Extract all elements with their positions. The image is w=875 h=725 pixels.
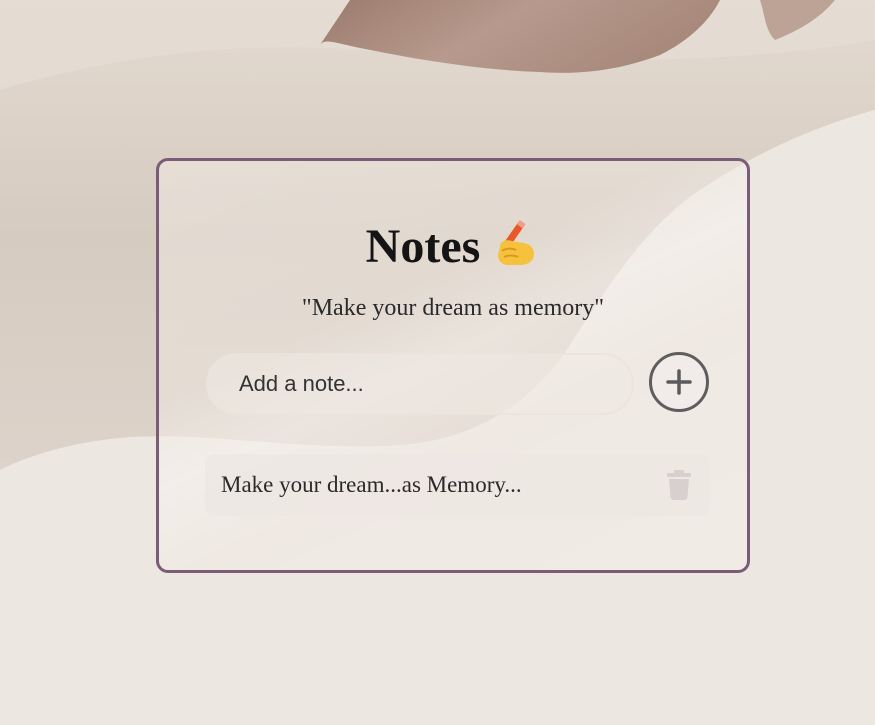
add-note-button[interactable] bbox=[649, 352, 709, 412]
title-row: Notes bbox=[159, 213, 747, 277]
writing-hand-icon bbox=[498, 220, 535, 265]
page-title: Notes bbox=[365, 219, 481, 273]
delete-note-button[interactable] bbox=[661, 466, 697, 502]
plus-icon bbox=[666, 369, 692, 395]
note-item: Make your dream...as Memory... bbox=[205, 454, 710, 516]
trash-icon bbox=[667, 470, 691, 500]
note-input[interactable] bbox=[206, 353, 634, 415]
notes-card: Notes "Make your dream as memory" Make y… bbox=[156, 158, 750, 573]
note-text: Make your dream...as Memory... bbox=[221, 472, 522, 497]
tagline: "Make your dream as memory" bbox=[301, 295, 605, 321]
